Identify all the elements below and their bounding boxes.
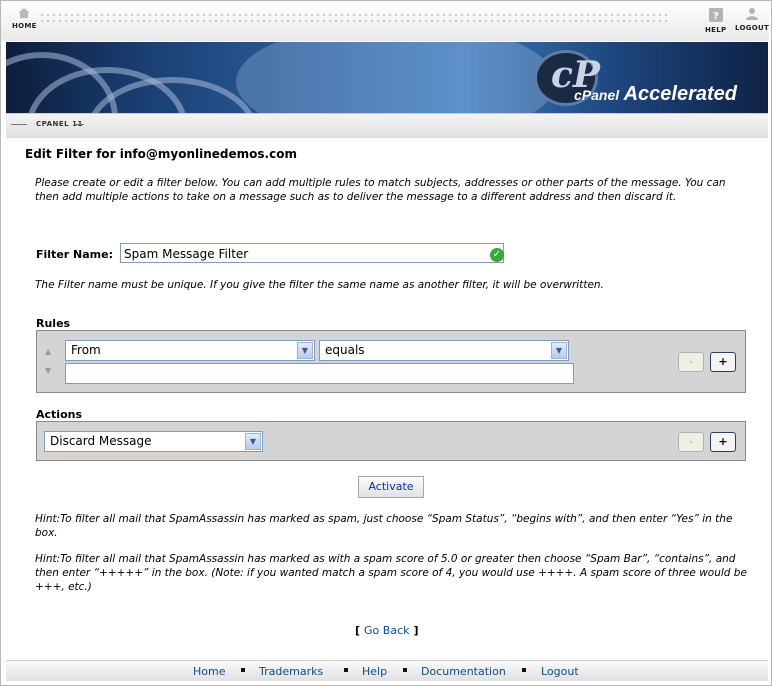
add-action-button[interactable]: + (710, 432, 736, 452)
actions-label: Actions (36, 408, 82, 421)
footer-separator (241, 668, 245, 672)
rules-panel: ▲ ▼ From ▼ equals ▼ - + (36, 330, 746, 393)
top-toolbar: HOME ? HELP LOGOUT (1, 1, 769, 41)
rule-match-value: equals (325, 343, 365, 357)
footer-trademarks-link[interactable]: Trademarks (259, 665, 323, 678)
footer-separator (403, 668, 407, 672)
logout-toolbar-label: LOGOUT (735, 24, 770, 32)
chevron-down-icon: ▼ (245, 433, 261, 450)
divider (76, 124, 84, 125)
rules-label: Rules (36, 317, 71, 330)
action-select[interactable]: Discard Message ▼ (44, 431, 263, 452)
chevron-down-icon: ▼ (551, 342, 567, 359)
home-toolbar-button[interactable]: HOME (12, 7, 37, 30)
footer-documentation-link[interactable]: Documentation (421, 665, 506, 678)
remove-action-button[interactable]: - (678, 432, 704, 452)
help-toolbar-label: HELP (705, 26, 727, 34)
rule-part-value: From (71, 343, 101, 357)
activate-button[interactable]: Activate (358, 476, 424, 498)
footer-home-link[interactable]: Home (193, 665, 225, 678)
move-up-icon[interactable]: ▲ (45, 347, 51, 356)
go-back-link[interactable]: Go Back (364, 624, 409, 637)
rule-match-select[interactable]: equals ▼ (319, 340, 569, 361)
move-down-icon[interactable]: ▼ (45, 366, 51, 375)
actions-panel: Discard Message ▼ - + (36, 421, 746, 461)
header-banner: cP cPanel Accelerated (6, 42, 768, 113)
valid-check-icon: ✓ (490, 248, 504, 262)
toolbar-dots (39, 18, 671, 24)
bracket-open: [ (355, 624, 361, 637)
unique-note: The Filter name must be unique. If you g… (35, 279, 604, 291)
breadcrumb-bar: CPANEL 11 (6, 113, 768, 138)
go-back-nav: [Go Back] (355, 624, 419, 637)
hint-spam-status: Hint:To filter all mail that SpamAssassi… (35, 513, 733, 539)
divider (11, 124, 27, 125)
logout-toolbar-button[interactable]: LOGOUT (735, 7, 769, 32)
logo-suffix: Accelerated (623, 83, 737, 105)
chevron-down-icon: ▼ (297, 342, 313, 359)
intro-text: Please create or edit a filter below. Yo… (35, 177, 726, 203)
help-icon: ? (708, 8, 723, 22)
logo-brand: cPanel (574, 87, 620, 103)
page-title: Edit Filter for info@myonlinedemos.com (25, 147, 297, 161)
action-value: Discard Message (50, 434, 152, 448)
home-icon (18, 8, 31, 18)
footer-separator (522, 668, 526, 672)
home-toolbar-label: HOME (12, 22, 37, 30)
rule-value-input[interactable] (65, 363, 574, 384)
filter-name-input[interactable]: Spam Message Filter (120, 243, 504, 263)
footer-separator (344, 668, 348, 672)
svg-text:?: ? (713, 11, 719, 22)
remove-rule-button[interactable]: - (678, 352, 704, 372)
add-rule-button[interactable]: + (710, 352, 736, 372)
cpanel-logo-text: cPanel Accelerated (574, 83, 737, 106)
hint-spam-bar: Hint:To filter all mail that SpamAssassi… (35, 553, 747, 593)
bracket-close: ] (413, 624, 419, 637)
footer-nav: Home Trademarks Help Documentation Logou… (6, 660, 768, 681)
rule-part-select[interactable]: From ▼ (65, 340, 315, 361)
filter-name-label: Filter Name: (36, 248, 113, 261)
help-toolbar-button[interactable]: ? HELP (705, 7, 726, 34)
footer-logout-link[interactable]: Logout (541, 665, 579, 678)
user-icon (746, 8, 759, 20)
footer-help-link[interactable]: Help (362, 665, 387, 678)
world-map-decoration (236, 42, 556, 113)
